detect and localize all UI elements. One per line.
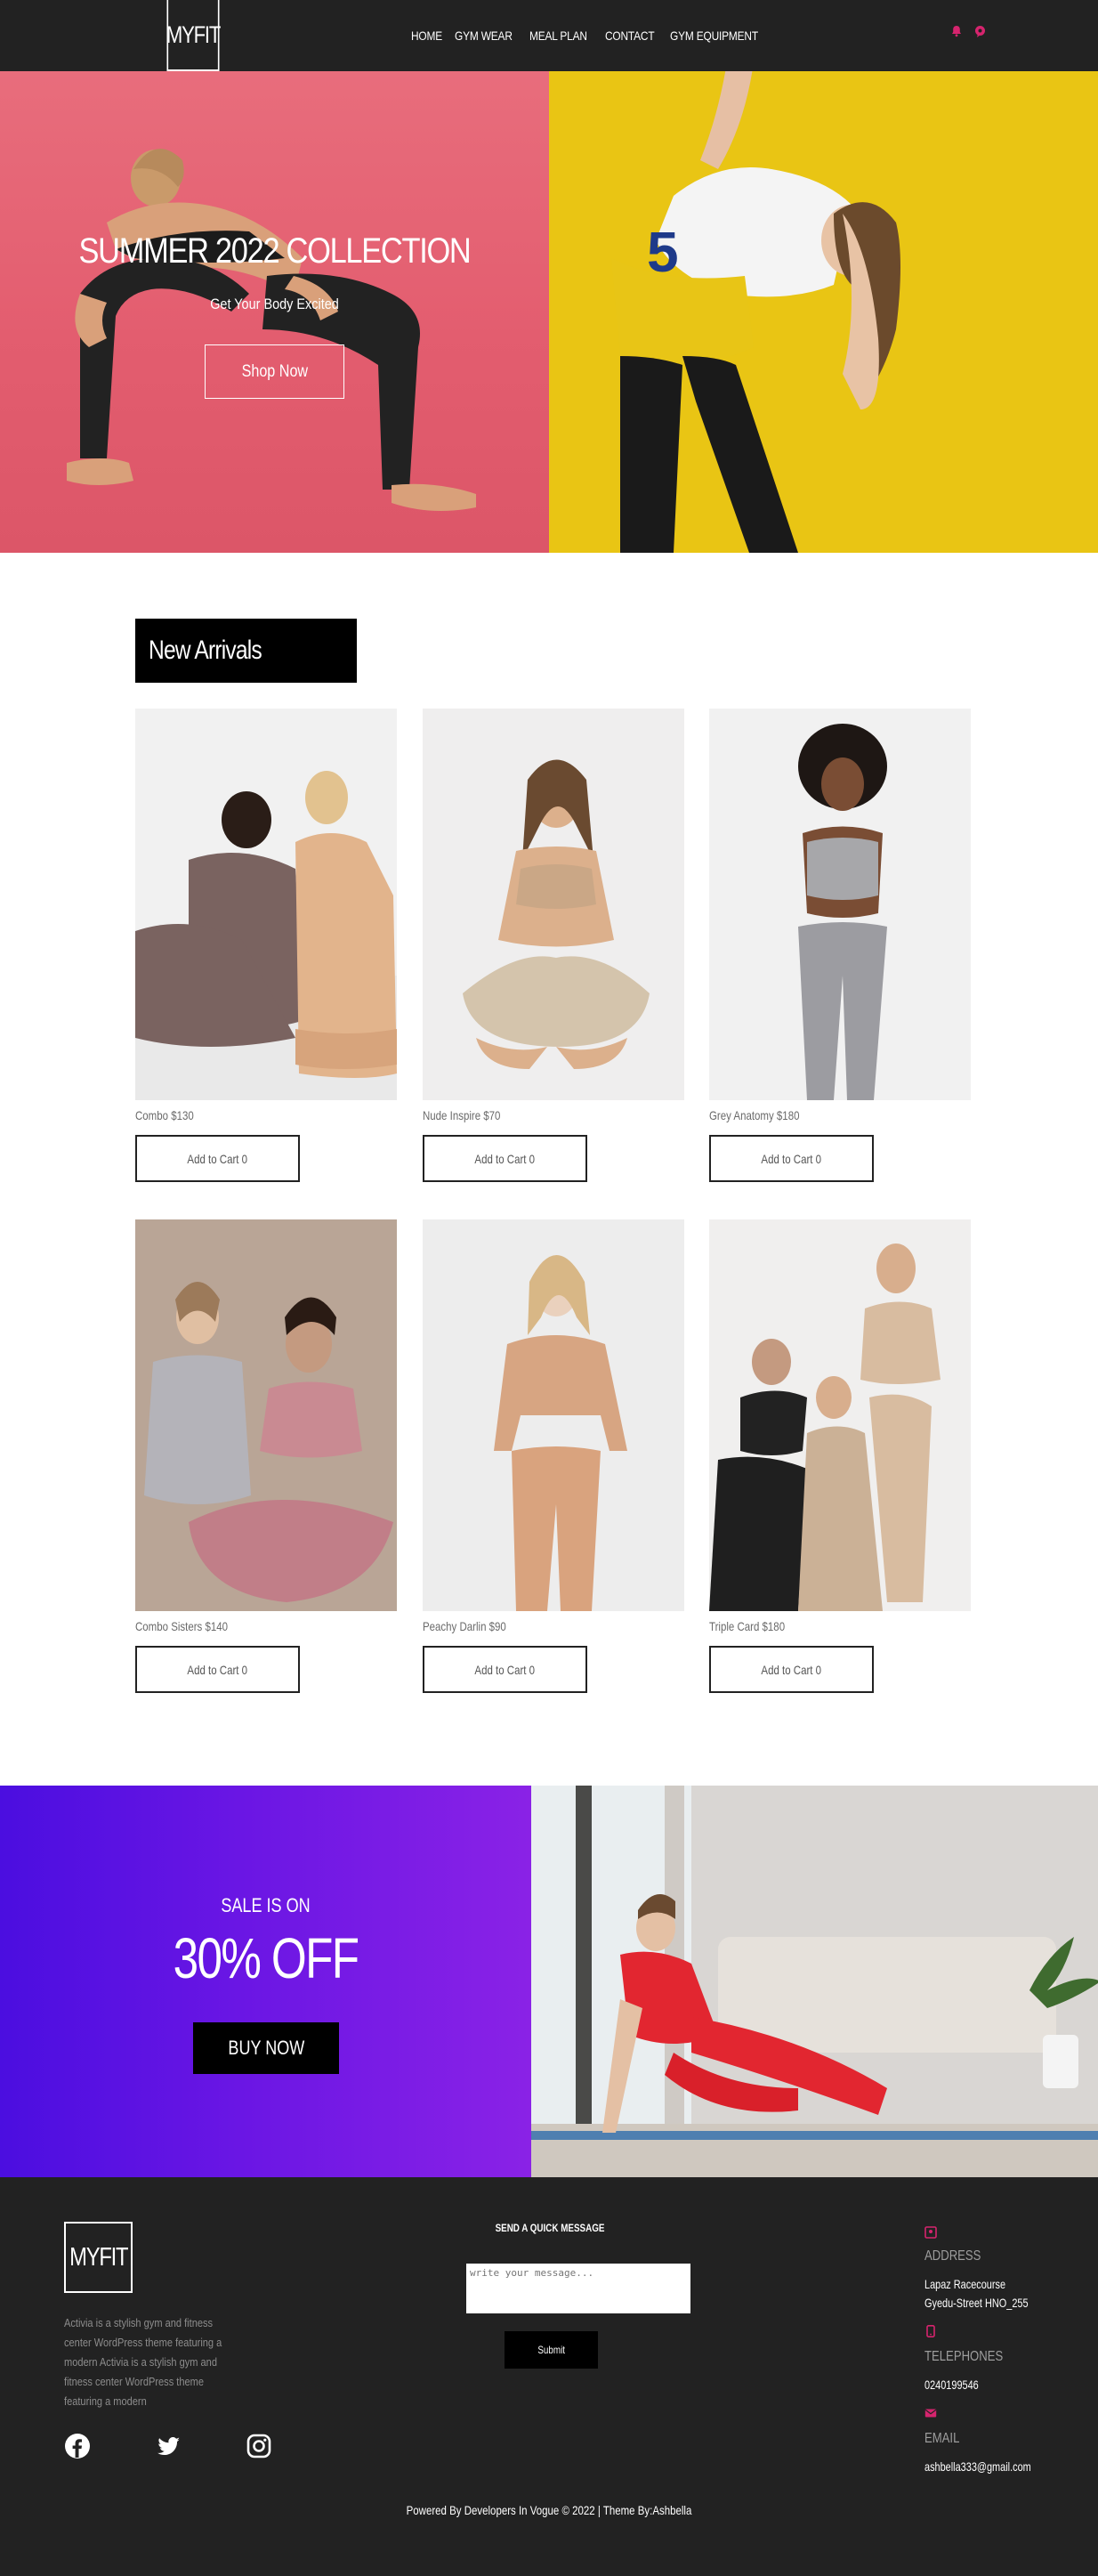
product-image[interactable] (135, 1219, 397, 1611)
sale-photo (531, 1786, 1098, 2177)
add-to-cart-label: Add to Cart 0 (187, 1151, 248, 1166)
product-photo (135, 771, 397, 1100)
sale-headline: 30% OFF (173, 1926, 359, 1990)
product-card: Triple Card $180 Add to Cart 0 (709, 1219, 971, 1693)
top-navbar: MYFIT HOME GYM WEAR MEAL PLAN CONTACT GY… (0, 0, 1098, 71)
add-to-cart-label: Add to Cart 0 (761, 1662, 822, 1677)
logo-text: MYFIT (166, 20, 221, 48)
location-icon (924, 2226, 937, 2239)
product-card: Peachy Darlin $90 Add to Cart 0 (423, 1219, 684, 1693)
new-arrivals-title: New Arrivals (135, 619, 357, 683)
product-image[interactable] (423, 1219, 684, 1611)
nav-home[interactable]: HOME (411, 28, 442, 43)
add-to-cart-label: Add to Cart 0 (761, 1151, 822, 1166)
nav-gym-wear[interactable]: GYM WEAR (455, 28, 513, 43)
shop-now-label: Shop Now (241, 361, 308, 381)
product-photo (144, 1282, 393, 1602)
logo[interactable]: MYFIT (166, 0, 221, 71)
copyright: Powered By Developers In Vogue © 2022 | … (406, 2503, 692, 2517)
buy-now-button[interactable]: BUY NOW (193, 2022, 339, 2074)
hero-subtitle: Get Your Body Excited (210, 296, 339, 312)
facebook-icon[interactable] (64, 2433, 91, 2459)
add-to-cart-button[interactable]: Add to Cart 0 (709, 1135, 874, 1182)
product-name: Combo Sisters $140 (135, 1619, 229, 1633)
phone-number[interactable]: 0240199546 (924, 2376, 979, 2394)
hero-model-illustration-2: 5 (611, 71, 900, 553)
address-line-2: Gyedu-Street HNO_255 (924, 2296, 1029, 2310)
product-name: Nude Inspire $70 (423, 1108, 501, 1122)
hero-title: SUMMER 2022 COLLECTION (78, 231, 472, 271)
product-name: Peachy Darlin $90 (423, 1619, 506, 1633)
email-address[interactable]: ashbella333@gmail.com (924, 2458, 1031, 2476)
product-photo (798, 724, 887, 1100)
message-input[interactable] (466, 2264, 690, 2313)
product-name: Triple Card $180 (709, 1619, 786, 1633)
footer-description: Activia is a stylish gym and fitness cen… (64, 2316, 222, 2408)
nav-contact[interactable]: CONTACT (605, 28, 655, 43)
product-name: Grey Anatomy $180 (709, 1108, 800, 1122)
svg-text:5: 5 (647, 220, 679, 284)
product-image[interactable] (709, 1219, 971, 1611)
nav-meal-plan[interactable]: MEAL PLAN (529, 28, 587, 43)
address-line-1: Lapaz Racecourse (924, 2277, 1006, 2291)
add-to-cart-button[interactable]: Add to Cart 0 (423, 1135, 587, 1182)
add-to-cart-button[interactable]: Add to Cart 0 (709, 1646, 874, 1693)
product-card: Nude Inspire $70 Add to Cart 0 (423, 709, 684, 1182)
add-to-cart-label: Add to Cart 0 (474, 1662, 536, 1677)
product-card: Grey Anatomy $180 Add to Cart 0 (709, 709, 971, 1182)
sale-image (531, 1786, 1098, 2177)
product-image[interactable] (135, 709, 397, 1100)
new-arrivals-title-text: New Arrivals (149, 636, 262, 665)
add-to-cart-button[interactable]: Add to Cart 0 (423, 1646, 587, 1693)
nav-icons (950, 25, 988, 39)
twitter-icon[interactable] (155, 2433, 182, 2459)
footer-logo[interactable]: MYFIT (64, 2222, 133, 2293)
bell-icon[interactable] (950, 25, 965, 39)
product-name: Combo $130 (135, 1108, 194, 1122)
hero-image-left: SUMMER 2022 COLLECTION Get Your Body Exc… (0, 71, 549, 553)
product-photo (709, 1243, 941, 1611)
add-to-cart-button[interactable]: Add to Cart 0 (135, 1646, 300, 1693)
hero-image-right: 5 (549, 71, 1098, 553)
chat-icon[interactable] (973, 25, 988, 39)
product-image[interactable] (423, 709, 684, 1100)
sale-kicker: SALE IS ON (221, 1894, 311, 1916)
email-label: EMAIL (924, 2431, 960, 2446)
add-to-cart-label: Add to Cart 0 (474, 1151, 536, 1166)
add-to-cart-label: Add to Cart 0 (187, 1662, 248, 1677)
add-to-cart-button[interactable]: Add to Cart 0 (135, 1135, 300, 1182)
footer: MYFIT Activia is a stylish gym and fitne… (0, 2177, 1098, 2576)
footer-logo-text: MYFIT (69, 2242, 128, 2272)
instagram-icon[interactable] (246, 2433, 272, 2459)
product-card: Combo $130 Add to Cart 0 (135, 709, 397, 1182)
product-image[interactable] (709, 709, 971, 1100)
submit-label: Submit (537, 2344, 565, 2356)
product-photo (494, 1255, 627, 1611)
nav-gym-equipment[interactable]: GYM EQUIPMENT (670, 28, 758, 43)
address-label: ADDRESS (924, 2248, 981, 2264)
quick-message-title: SEND A QUICK MESSAGE (495, 2222, 605, 2234)
hero-banner: SUMMER 2022 COLLECTION Get Your Body Exc… (0, 71, 1098, 553)
main-menu: HOME GYM WEAR MEAL PLAN CONTACT GYM EQUI… (411, 0, 780, 71)
phone-label: TELEPHONES (924, 2349, 1004, 2364)
phone-icon (926, 2325, 935, 2337)
submit-button[interactable]: Submit (505, 2331, 598, 2369)
product-card: Combo Sisters $140 Add to Cart 0 (135, 1219, 397, 1693)
shop-now-button[interactable]: Shop Now (205, 344, 344, 399)
mail-icon (924, 2409, 937, 2418)
buy-now-label: BUY NOW (228, 2037, 304, 2059)
product-photo (463, 759, 650, 1069)
